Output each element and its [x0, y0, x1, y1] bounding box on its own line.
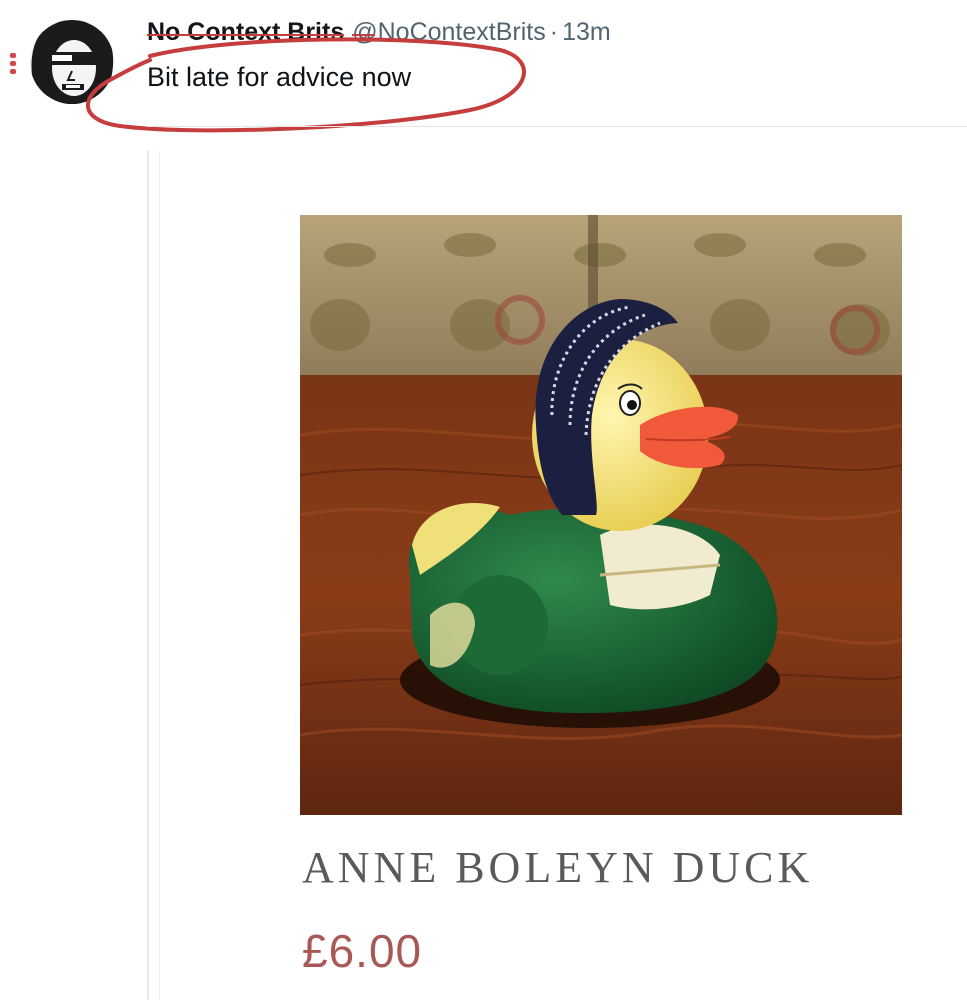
thread-line [147, 150, 149, 1000]
tweet-header: No Context Brits @NoContextBrits · 13m [147, 18, 611, 47]
rubber-duck-photo-icon [300, 215, 902, 815]
annotation-marks [10, 50, 20, 80]
tweet-screenshot: No Context Brits @NoContextBrits · 13m Bit … [0, 0, 967, 1000]
strikethrough-mark-handle [352, 33, 376, 36]
strikethrough-mark [147, 33, 345, 36]
header-separator: · [549, 18, 559, 46]
timestamp-link[interactable]: 13m [562, 18, 611, 46]
product-price: £6.00 [302, 925, 423, 977]
avatar[interactable] [28, 16, 116, 112]
thread-line-inner [159, 150, 160, 1000]
tweet-text: Bit late for advice now [147, 62, 412, 92]
product-image[interactable] [300, 215, 902, 815]
avatar-portrait-icon [30, 20, 114, 104]
header-divider [147, 126, 967, 127]
product-title[interactable]: ANNE BOLEYN DUCK [302, 842, 813, 893]
display-name-link[interactable]: No Context Brits [147, 18, 345, 46]
handle-link[interactable]: @NoContextBrits [352, 18, 546, 46]
